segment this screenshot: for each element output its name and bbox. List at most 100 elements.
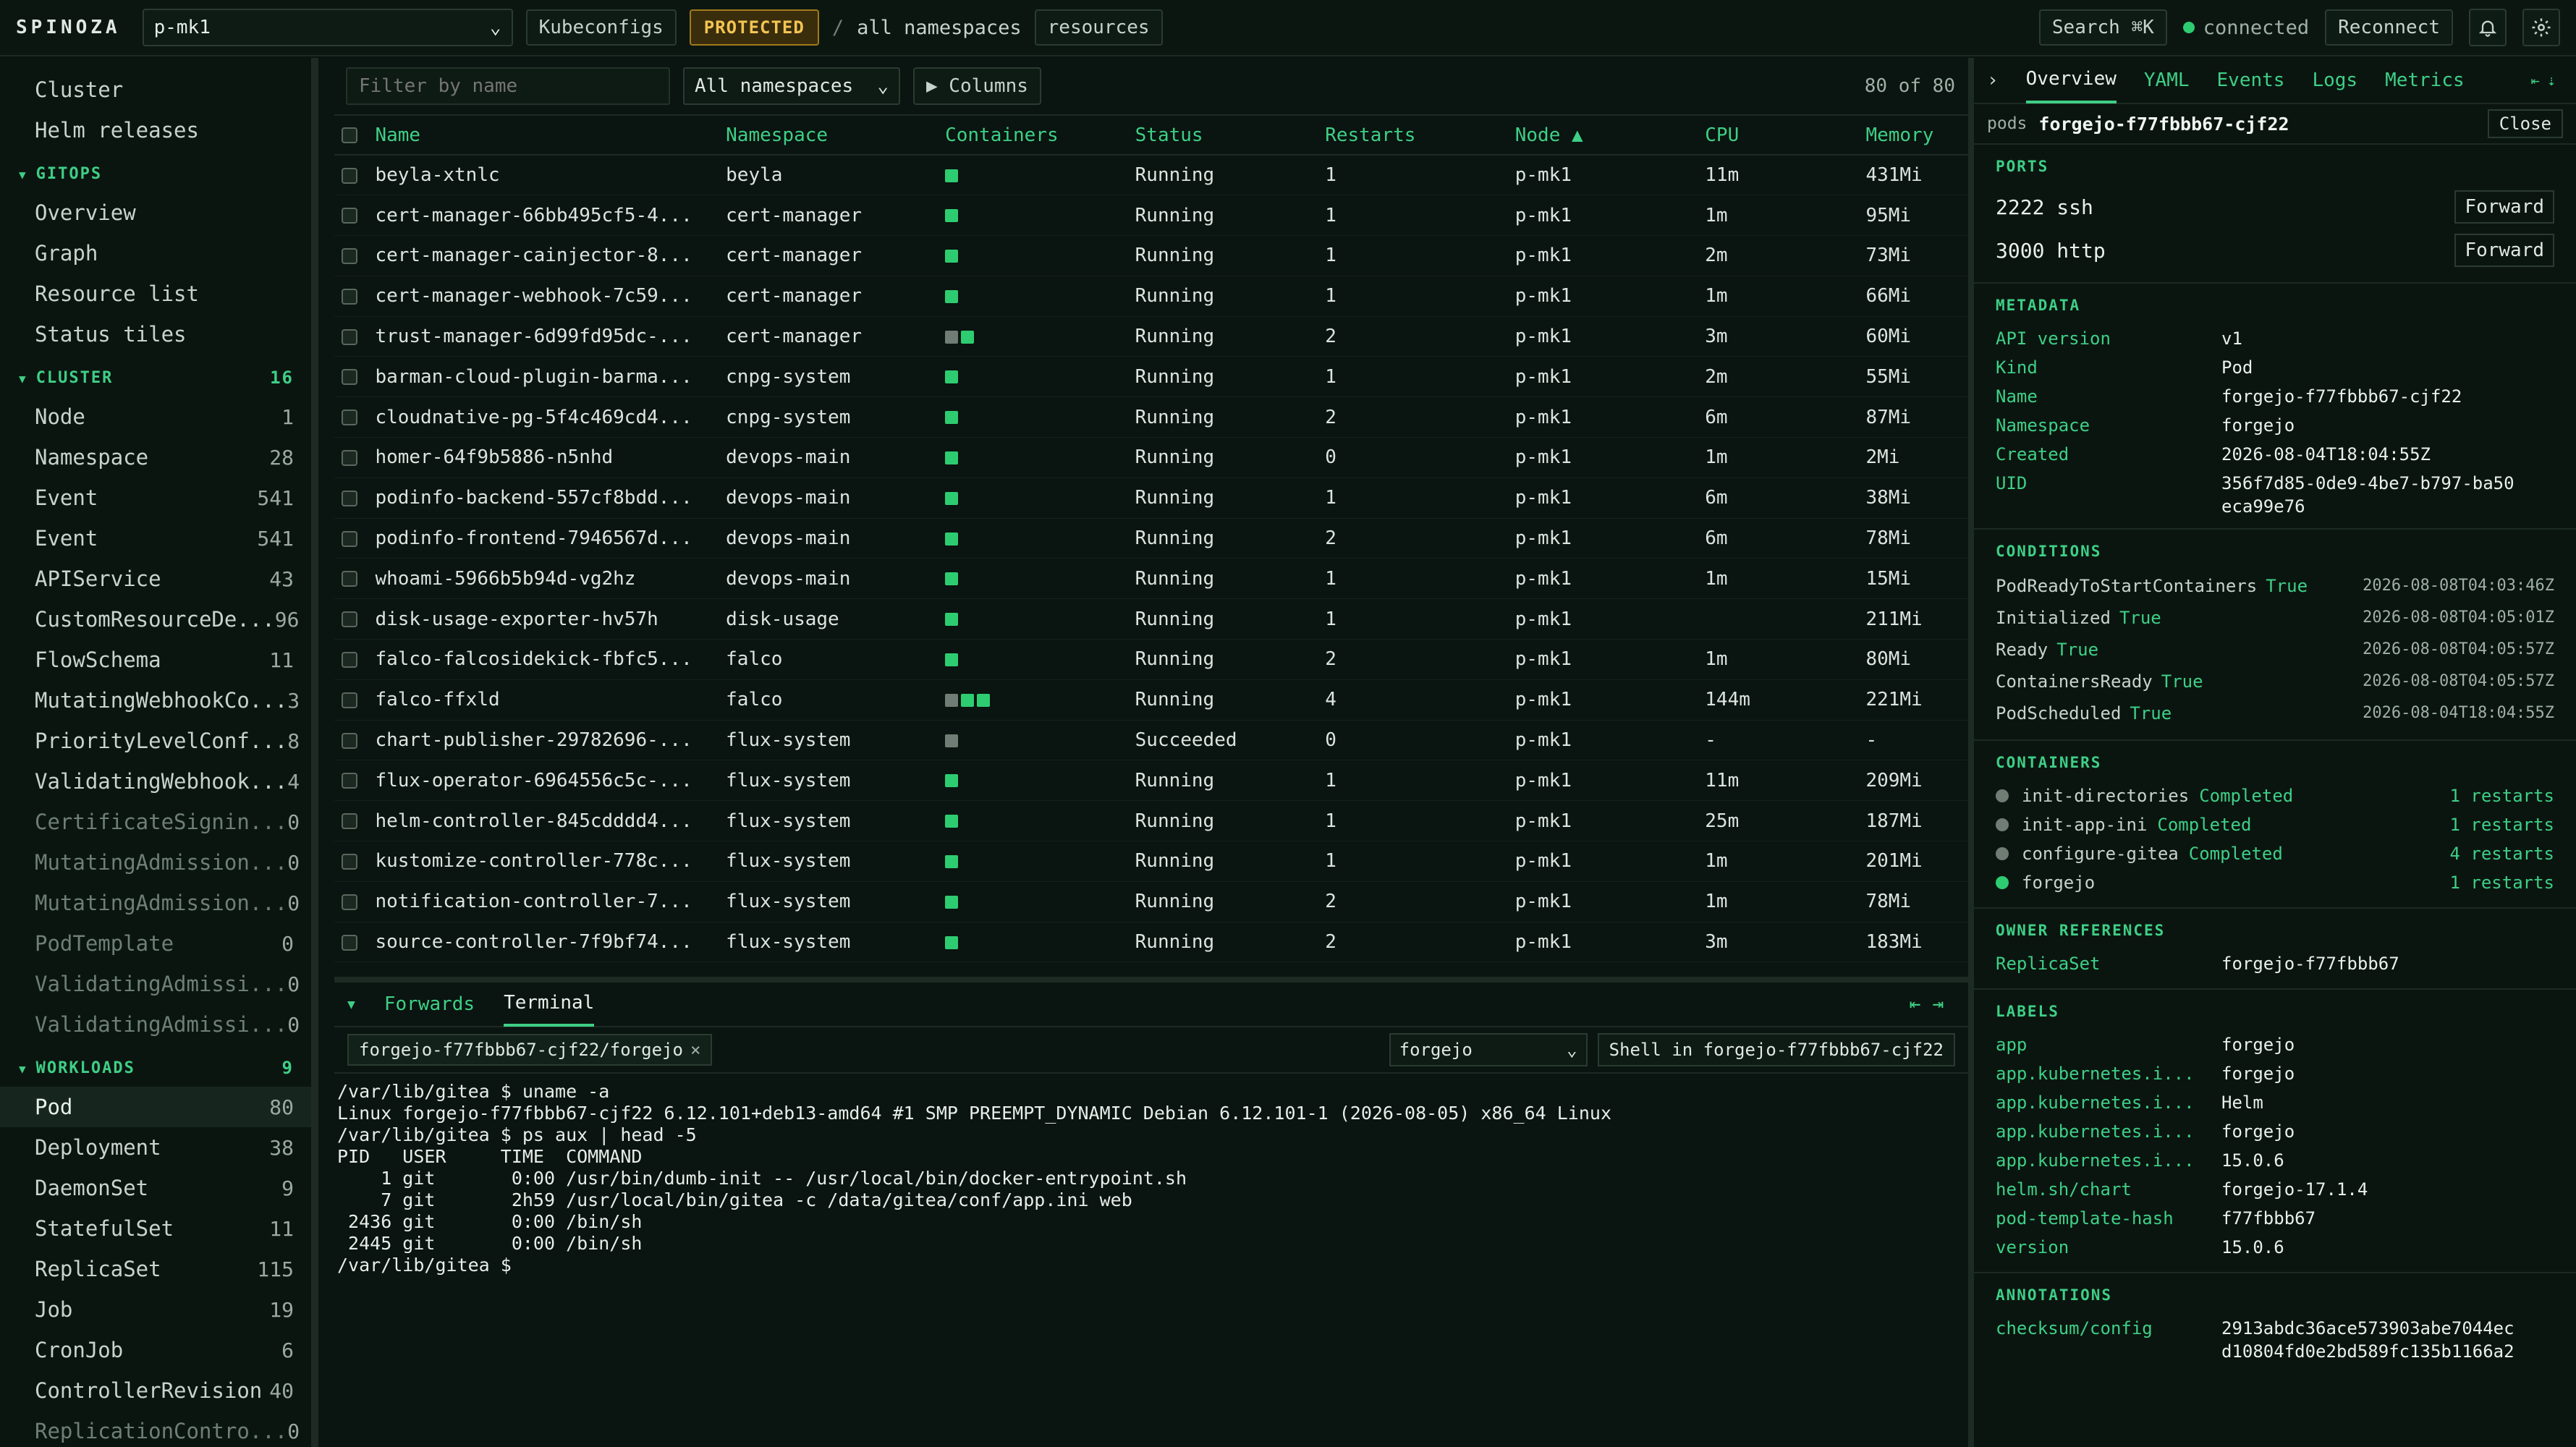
context-select[interactable]: p-mk1 ⌄ bbox=[142, 9, 513, 46]
sidebar-section-workloads[interactable]: ▼ WORKLOADS 9 bbox=[0, 1049, 311, 1087]
row-checkbox[interactable] bbox=[342, 369, 357, 386]
sidebar-item[interactable]: Namespace 28 bbox=[0, 437, 311, 478]
tab-forwards[interactable]: Forwards bbox=[384, 982, 475, 1027]
shell-button[interactable]: Shell in forgejo-f77fbbb67-cjf22 bbox=[1597, 1033, 1955, 1066]
row-checkbox[interactable] bbox=[342, 611, 357, 628]
row-checkbox[interactable] bbox=[342, 732, 357, 749]
sidebar-item[interactable]: ValidatingAdmissi... 0 bbox=[0, 1004, 311, 1045]
namespace-select[interactable]: All namespaces ⌄ bbox=[683, 67, 900, 105]
table-row[interactable]: helm-controller-845cdddd4... flux-system R… bbox=[334, 800, 1968, 842]
panel-resize-icons[interactable]: ⇤⇣ bbox=[2531, 72, 2563, 89]
tab-overview[interactable]: Overview bbox=[2025, 58, 2117, 103]
sidebar-item[interactable]: ReplicaSet 115 bbox=[0, 1249, 311, 1289]
pod-name[interactable]: source-controller-7f9bf74... bbox=[368, 922, 719, 963]
sidebar-item[interactable]: Pod 80 bbox=[0, 1087, 311, 1127]
pod-name[interactable]: notification-controller-7... bbox=[368, 881, 719, 922]
row-checkbox[interactable] bbox=[342, 773, 357, 789]
column-header[interactable]: Name bbox=[368, 116, 719, 156]
table-row[interactable]: trust-manager-6d99fd95dc-... cert-manager… bbox=[334, 316, 1968, 357]
tab-events[interactable]: Events bbox=[2217, 58, 2285, 103]
sidebar-item[interactable]: MutatingAdmission... 0 bbox=[0, 883, 311, 923]
row-checkbox[interactable] bbox=[342, 328, 357, 345]
sidebar-item[interactable]: FlowSchema 11 bbox=[0, 640, 311, 680]
sidebar-item[interactable]: ValidatingAdmissi... 0 bbox=[0, 964, 311, 1004]
chevron-right-icon[interactable]: › bbox=[1987, 69, 1999, 91]
row-checkbox[interactable] bbox=[342, 894, 357, 910]
table-row[interactable]: falco-ffxld falco Running 4 p-mk1 144m 221Mi bbox=[334, 679, 1968, 721]
filter-input[interactable] bbox=[346, 67, 670, 105]
sidebar-item[interactable]: Helm releases bbox=[0, 110, 311, 150]
container-select[interactable]: forgejo ⌄ bbox=[1389, 1033, 1588, 1066]
row-checkbox[interactable] bbox=[342, 208, 357, 224]
resources-button[interactable]: resources bbox=[1034, 9, 1163, 46]
pod-name[interactable]: kustomize-controller-778c... bbox=[368, 841, 719, 882]
column-header[interactable]: Namespace bbox=[719, 116, 939, 156]
breadcrumb-namespace[interactable]: all namespaces bbox=[857, 17, 1022, 39]
row-checkbox[interactable] bbox=[342, 410, 357, 426]
close-icon[interactable]: × bbox=[690, 1040, 700, 1060]
tab-yaml[interactable]: YAML bbox=[2144, 58, 2190, 103]
row-checkbox[interactable] bbox=[342, 571, 357, 587]
forward-button[interactable]: Forward bbox=[2454, 190, 2554, 224]
pod-name[interactable]: podinfo-frontend-7946567d... bbox=[368, 518, 719, 559]
collapse-caret-icon[interactable]: ▼ bbox=[347, 997, 355, 1012]
table-row[interactable]: falco-falcosidekick-fbfc5... falco Running… bbox=[334, 639, 1968, 680]
column-header[interactable]: Node ▲ bbox=[1507, 116, 1698, 156]
pod-name[interactable]: disk-usage-exporter-hv57h bbox=[368, 598, 719, 640]
pod-name[interactable]: cert-manager-cainjector-8... bbox=[368, 235, 719, 276]
sidebar-item[interactable]: MutatingAdmission... 0 bbox=[0, 842, 311, 883]
pod-name[interactable]: falco-ffxld bbox=[368, 679, 719, 721]
sidebar-item[interactable]: Graph bbox=[0, 233, 311, 273]
close-button[interactable]: Close bbox=[2487, 109, 2563, 138]
table-row[interactable]: notification-controller-7... flux-system R… bbox=[334, 881, 1968, 922]
sidebar-item[interactable]: ReplicationContro... 0 bbox=[0, 1411, 311, 1447]
tab-terminal[interactable]: Terminal bbox=[504, 982, 595, 1027]
tab-logs[interactable]: Logs bbox=[2312, 58, 2357, 103]
row-checkbox[interactable] bbox=[342, 288, 357, 305]
row-checkbox[interactable] bbox=[342, 167, 357, 184]
sidebar-item[interactable]: Event 541 bbox=[0, 478, 311, 518]
sidebar-item[interactable]: Cluster bbox=[0, 69, 311, 110]
row-checkbox[interactable] bbox=[342, 853, 357, 870]
column-header[interactable]: CPU bbox=[1698, 116, 1859, 156]
pod-name[interactable]: podinfo-backend-557cf8bdd... bbox=[368, 478, 719, 519]
pod-name[interactable]: falco-falcosidekick-fbfc5... bbox=[368, 639, 719, 680]
table-row[interactable]: cloudnative-pg-5f4c469cd4... cnpg-system R… bbox=[334, 396, 1968, 438]
pod-name[interactable]: beyla-xtnlc bbox=[368, 155, 719, 196]
pod-name[interactable]: trust-manager-6d99fd95dc-... bbox=[368, 316, 719, 357]
sidebar-item[interactable]: Node 1 bbox=[0, 396, 311, 437]
table-row[interactable]: source-controller-7f9bf74... flux-system R… bbox=[334, 922, 1968, 963]
sidebar-item[interactable]: CertificateSignin... 0 bbox=[0, 802, 311, 842]
table-row[interactable]: barman-cloud-plugin-barma... cnpg-system R… bbox=[334, 356, 1968, 398]
sidebar-section-cluster[interactable]: ▼ CLUSTER 16 bbox=[0, 359, 311, 396]
sidebar-item[interactable]: CronJob 6 bbox=[0, 1330, 311, 1370]
row-checkbox[interactable] bbox=[342, 813, 357, 830]
sidebar-item[interactable]: Resource list bbox=[0, 273, 311, 314]
pod-name[interactable]: cert-manager-66bb495cf5-4... bbox=[368, 195, 719, 237]
pod-name[interactable]: helm-controller-845cdddd4... bbox=[368, 800, 719, 842]
sidebar-item[interactable]: DaemonSet 9 bbox=[0, 1168, 311, 1208]
sidebar-item[interactable]: StatefulSet 11 bbox=[0, 1208, 311, 1249]
pod-name[interactable]: chart-publisher-29782696-... bbox=[368, 720, 719, 761]
sidebar-item[interactable]: PodTemplate 0 bbox=[0, 923, 311, 964]
table-row[interactable]: cert-manager-cainjector-8... cert-manager… bbox=[334, 235, 1968, 276]
sidebar-item[interactable]: Deployment 38 bbox=[0, 1127, 311, 1168]
columns-button[interactable]: ▶ Columns bbox=[913, 67, 1041, 105]
table-row[interactable]: chart-publisher-29782696-... flux-system S… bbox=[334, 720, 1968, 761]
table-row[interactable]: disk-usage-exporter-hv57h disk-usage Runni… bbox=[334, 598, 1968, 640]
column-header[interactable]: Memory bbox=[1858, 116, 1968, 156]
row-checkbox[interactable] bbox=[342, 692, 357, 708]
terminal-session-tab[interactable]: forgejo-f77fbbb67-cjf22/forgejo × bbox=[347, 1034, 713, 1066]
row-checkbox[interactable] bbox=[342, 490, 357, 506]
pod-name[interactable]: barman-cloud-plugin-barma... bbox=[368, 356, 719, 398]
table-row[interactable]: cert-manager-webhook-7c59... cert-manager… bbox=[334, 276, 1968, 317]
table-row[interactable]: podinfo-frontend-7946567d... devops-main R… bbox=[334, 518, 1968, 559]
column-header[interactable]: Status bbox=[1127, 116, 1318, 156]
settings-button[interactable] bbox=[2522, 9, 2560, 46]
pod-name[interactable]: homer-64f9b5886-n5nhd bbox=[368, 437, 719, 478]
sidebar-item[interactable]: Overview bbox=[0, 192, 311, 233]
sidebar-item[interactable]: Job 19 bbox=[0, 1289, 311, 1330]
row-checkbox[interactable] bbox=[342, 651, 357, 668]
column-header[interactable]: Containers bbox=[938, 116, 1128, 156]
table-row[interactable]: whoami-5966b5b94d-vg2hz devops-main Runnin… bbox=[334, 558, 1968, 600]
